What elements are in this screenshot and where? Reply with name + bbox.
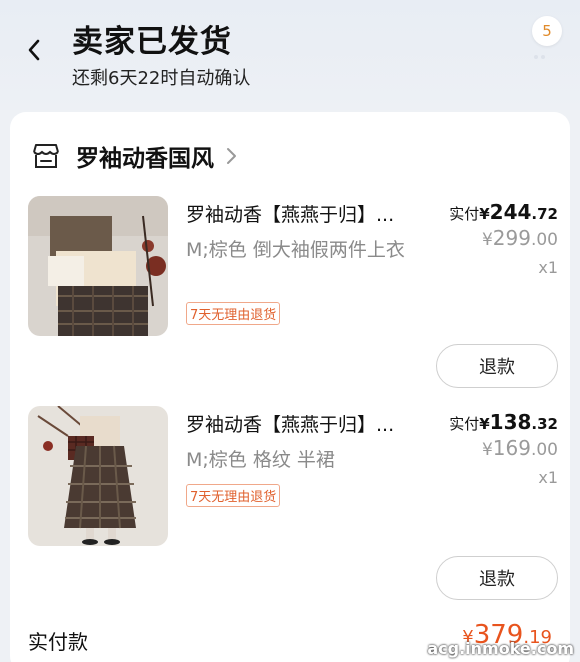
orig-decimal: .00 (530, 440, 558, 460)
chevron-right-icon (227, 148, 236, 164)
orig-integer: 169 (492, 436, 531, 460)
paid-decimal: .32 (531, 415, 558, 433)
order-item[interactable]: 罗袖动香【燕燕于归】... M;棕色 格纹 半裙 7天无理由退货 实付¥138.… (28, 406, 558, 606)
back-button[interactable] (18, 34, 50, 66)
chevron-left-icon (28, 39, 40, 61)
quantity: x1 (538, 468, 558, 487)
shop-link[interactable]: 罗袖动香国风 (30, 136, 238, 176)
orig-currency: ¥ (481, 230, 493, 250)
refund-button[interactable]: 退款 (436, 556, 558, 600)
order-card: 罗袖动香国风 罗袖动香【燕燕于归】... M;棕色 倒大袖假两件上衣 7天无理由… (10, 112, 570, 662)
paid-decimal: .72 (531, 205, 558, 223)
return-policy-tag: 7天无理由退货 (186, 302, 281, 325)
return-policy-tag: 7天无理由退货 (186, 484, 281, 507)
total-label: 实付款 (28, 630, 88, 654)
paid-label: 实付 (449, 415, 480, 433)
shop-name: 罗袖动香国风 (76, 146, 214, 172)
product-name[interactable]: 罗袖动香【燕燕于归】... (186, 410, 426, 437)
paid-price: 实付¥138.32 (449, 410, 558, 434)
page-title: 卖家已发货 (72, 24, 232, 60)
quantity: x1 (538, 258, 558, 277)
product-image[interactable] (28, 406, 168, 546)
paid-integer: 244 (489, 200, 532, 224)
auto-confirm-countdown: 还剩6天22时自动确认 (72, 68, 251, 89)
refund-button[interactable]: 退款 (436, 344, 558, 388)
orig-decimal: .00 (530, 230, 558, 250)
paid-currency: ¥ (479, 205, 490, 223)
product-name[interactable]: 罗袖动香【燕燕于归】... (186, 200, 426, 227)
orig-currency: ¥ (481, 440, 493, 460)
original-price: ¥169.00 (449, 436, 558, 460)
original-price: ¥299.00 (449, 226, 558, 250)
product-image[interactable] (28, 196, 168, 336)
watermark: acg.inmoke.com (427, 639, 574, 658)
paid-price: 实付¥244.72 (449, 200, 558, 224)
decorative-dots (534, 44, 554, 59)
paid-integer: 138 (489, 410, 532, 434)
product-spec: M;棕色 格纹 半裙 (186, 449, 335, 471)
product-spec: M;棕色 倒大袖假两件上衣 (186, 239, 405, 261)
paid-currency: ¥ (479, 415, 490, 433)
price-column: 实付¥244.72 ¥299.00 x1 (449, 200, 558, 277)
price-column: 实付¥138.32 ¥169.00 x1 (449, 410, 558, 487)
order-status-header: 卖家已发货 还剩6天22时自动确认 5 (0, 0, 580, 110)
orig-integer: 299 (492, 226, 531, 250)
notification-badge[interactable]: 5 (532, 16, 562, 46)
store-icon (33, 144, 59, 168)
order-item[interactable]: 罗袖动香【燕燕于归】... M;棕色 倒大袖假两件上衣 7天无理由退货 实付¥2… (28, 196, 558, 396)
paid-label: 实付 (449, 205, 480, 223)
